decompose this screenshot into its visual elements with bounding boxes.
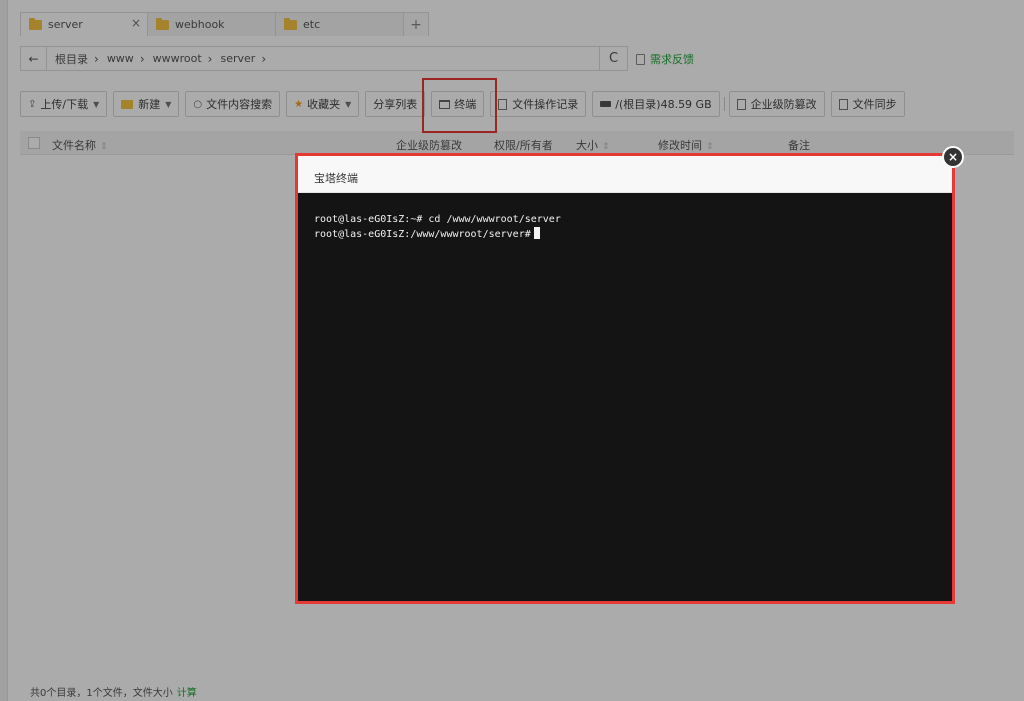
close-icon[interactable]: × <box>942 146 964 168</box>
terminal-modal: 宝塔终端 root@las-eG0IsZ:~# cd /www/wwwroot/… <box>295 153 955 604</box>
cursor <box>533 227 540 239</box>
terminal-output[interactable]: root@las-eG0IsZ:~# cd /www/wwwroot/serve… <box>314 212 934 242</box>
terminal-prompt: root@las-eG0IsZ:/www/wwwroot/server# <box>314 229 531 240</box>
terminal-prompt-line: root@las-eG0IsZ:/www/wwwroot/server# <box>314 227 934 242</box>
modal-title: 宝塔终端 <box>314 172 358 185</box>
terminal-line: root@las-eG0IsZ:~# cd /www/wwwroot/serve… <box>314 214 561 225</box>
modal-header: 宝塔终端 <box>298 156 952 193</box>
